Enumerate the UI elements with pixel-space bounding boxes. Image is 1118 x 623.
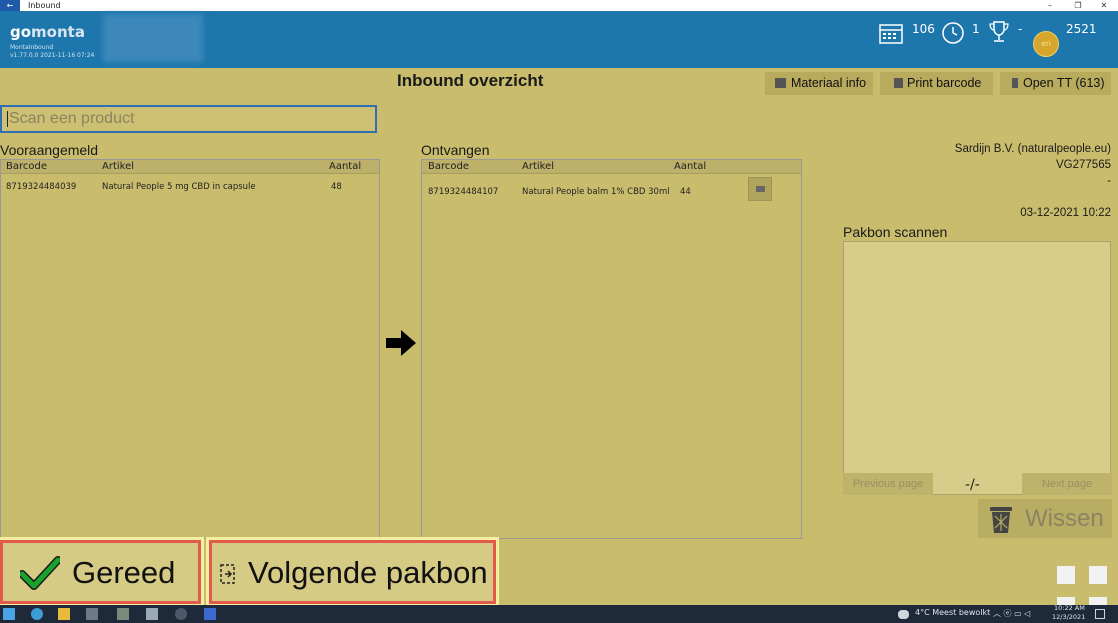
row-artikel: Natural People 5 mg CBD in capsule [102, 182, 256, 192]
notification-icon[interactable] [1095, 609, 1105, 619]
materiaal-info-label: Materiaal info [791, 76, 867, 90]
ontvangen-header: Barcode Artikel Aantal [422, 160, 801, 174]
explorer-icon[interactable] [58, 608, 70, 620]
app-icon[interactable] [204, 608, 216, 620]
column-artikel[interactable]: Artikel [522, 160, 554, 173]
table-row[interactable]: 8719324484039 Natural People 5 mg CBD in… [1, 182, 379, 194]
text-cursor [7, 110, 8, 127]
trophy-icon [989, 21, 1009, 42]
weather-text[interactable]: 4°C Meest bewolkt [915, 608, 990, 617]
row-print-button[interactable] [748, 177, 772, 201]
restore-icon[interactable]: ❐ [1064, 0, 1092, 11]
volgende-pakbon-button[interactable]: Volgende pakbon [206, 537, 499, 607]
printer-icon [894, 78, 903, 88]
scan-placeholder: Scan een product [9, 110, 135, 127]
document-next-icon [220, 564, 235, 584]
minimize-icon[interactable]: – [1036, 0, 1064, 11]
open-tt-button[interactable]: Open TT (613) [1000, 72, 1111, 95]
tray-icons[interactable]: ︿ ⓔ ▭ ◁ [993, 608, 1030, 619]
checkmark-icon [20, 556, 60, 590]
row-barcode: 8719324484039 [6, 182, 77, 192]
grid-square-icon[interactable] [1057, 566, 1075, 584]
coin-icon: en [1033, 31, 1059, 57]
ontvangen-label: Ontvangen [421, 142, 490, 158]
table-row[interactable]: 8719324484107 Natural People balm 1% CBD… [422, 187, 801, 199]
scan-product-input[interactable]: Scan een product [0, 105, 377, 133]
supplier-name: Sardijn B.V. (naturalpeople.eu) [954, 143, 1111, 155]
page-indicator: -/- [965, 477, 980, 493]
column-aantal[interactable]: Aantal [329, 160, 361, 173]
column-barcode[interactable]: Barcode [6, 160, 47, 173]
supplier-dash: - [1107, 175, 1111, 187]
row-aantal: 44 [680, 187, 691, 197]
window-title: Inbound [28, 1, 61, 10]
gomonta-logo: gomonta [10, 23, 85, 41]
wissen-button[interactable]: Wissen [978, 499, 1112, 538]
clock-icon [942, 22, 964, 44]
blurred-user-info [103, 14, 203, 62]
material-icon [775, 78, 786, 88]
app-icon[interactable] [86, 608, 98, 620]
vooraangemeld-header: Barcode Artikel Aantal [1, 160, 379, 174]
clock-count: 1 [972, 22, 980, 36]
calculator-icon[interactable] [146, 608, 158, 620]
column-barcode[interactable]: Barcode [428, 160, 469, 173]
inbound-datetime: 03-12-2021 10:22 [1020, 207, 1111, 219]
app-header: gomonta MontaInbound v1.77.0.0 2021-11-1… [0, 11, 1118, 68]
vooraangemeld-label: Vooraangemeld [0, 142, 99, 158]
column-artikel[interactable]: Artikel [102, 160, 134, 173]
print-barcode-label: Print barcode [907, 76, 982, 90]
materiaal-info-button[interactable]: Materiaal info [765, 72, 873, 95]
window-titlebar: ← Inbound – ❐ ✕ [0, 0, 1118, 11]
pakbon-label: Pakbon scannen [843, 224, 948, 240]
grid-square-icon[interactable] [1089, 597, 1107, 605]
document-icon [1012, 78, 1018, 88]
open-tt-label: Open TT (613) [1023, 76, 1105, 90]
vooraangemeld-table[interactable]: Barcode Artikel Aantal 8719324484039 Nat… [0, 159, 380, 539]
wissen-label: Wissen [1025, 505, 1104, 532]
row-barcode: 8719324484107 [428, 187, 499, 197]
arrow-right-icon [386, 330, 416, 356]
ontvangen-table[interactable]: Barcode Artikel Aantal 8719324484107 Nat… [421, 159, 802, 539]
app-icon[interactable] [117, 608, 129, 620]
weather-icon [898, 610, 909, 619]
calendar-count: 106 [912, 22, 935, 36]
app-icon[interactable] [175, 608, 187, 620]
windows-taskbar: 4°C Meest bewolkt ︿ ⓔ ▭ ◁ 10:22 AM 12/3/… [0, 604, 1118, 623]
trophy-value: - [1018, 22, 1023, 36]
page-title: Inbound overzicht [397, 71, 544, 90]
calendar-icon [879, 24, 903, 44]
close-icon[interactable]: ✕ [1090, 0, 1118, 11]
start-icon[interactable] [3, 608, 15, 620]
back-arrow-icon[interactable]: ← [0, 0, 20, 11]
gereed-button[interactable]: Gereed [0, 537, 204, 607]
trash-icon [990, 507, 1012, 533]
print-barcode-button[interactable]: Print barcode [880, 72, 993, 95]
next-page-button[interactable]: Next page [1022, 473, 1112, 495]
coin-count: 2521 [1066, 22, 1097, 36]
volgende-pakbon-label: Volgende pakbon [248, 555, 488, 590]
column-aantal[interactable]: Aantal [674, 160, 706, 173]
gereed-label: Gereed [72, 555, 176, 590]
pakbon-preview [843, 241, 1111, 495]
row-artikel: Natural People balm 1% CBD 30ml [522, 187, 670, 197]
clock-date[interactable]: 12/3/2021 [1052, 613, 1085, 621]
row-aantal: 48 [331, 182, 342, 192]
app-version: v1.77.0.0 2021-11-16 07:24 [10, 52, 95, 59]
previous-page-button[interactable]: Previous page [843, 473, 933, 495]
app-name: MontaInbound [10, 44, 54, 51]
edge-icon[interactable] [31, 608, 43, 620]
grid-square-icon[interactable] [1089, 566, 1107, 584]
supplier-code: VG277565 [1056, 159, 1111, 171]
clock-time[interactable]: 10:22 AM [1054, 604, 1085, 612]
